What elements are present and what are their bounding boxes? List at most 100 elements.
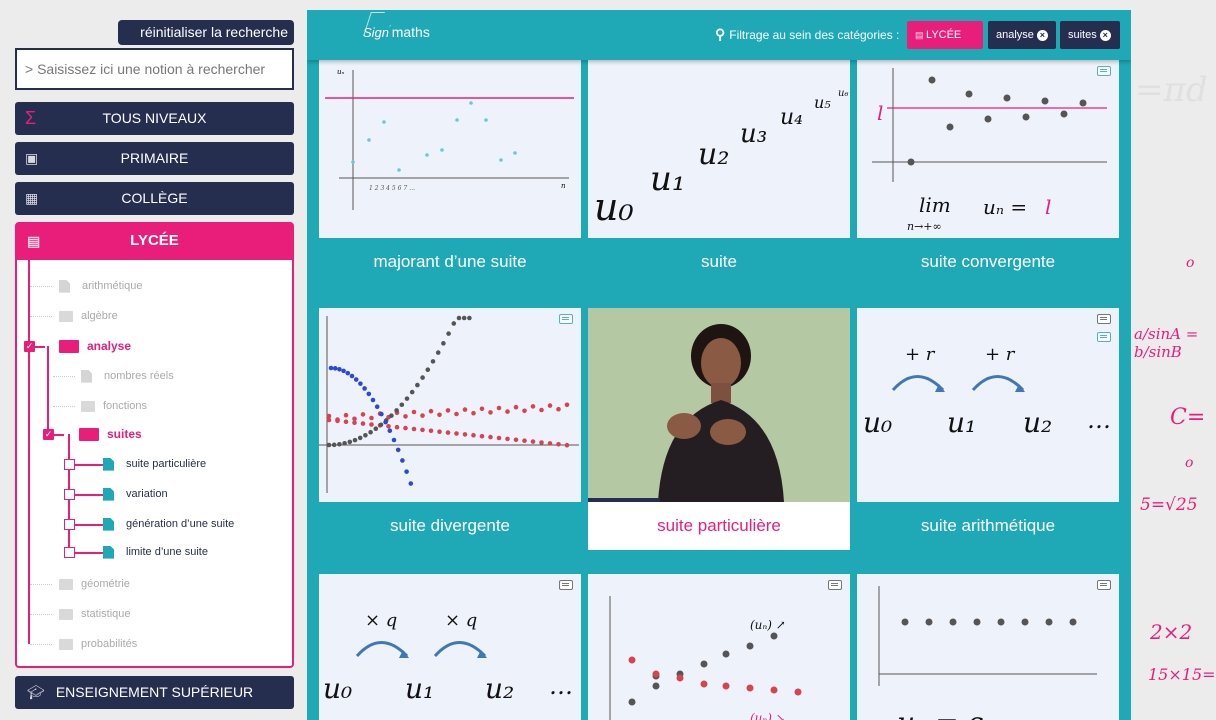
svg-text:1 2 3 4 5 6 7 …: 1 2 3 4 5 6 7 … [369,185,415,192]
tree-item-geometrie[interactable]: géométrie [59,576,130,592]
sequence-point [513,404,519,410]
sequence-point [471,410,476,416]
sequence-point [408,481,414,486]
file-icon [103,487,114,501]
sequence-point [342,440,347,446]
sequence-point [564,402,570,408]
sequence-point [925,618,933,626]
sequence-point [352,437,358,443]
checkbox-generation[interactable] [64,519,75,530]
checkbox-limite[interactable] [64,547,75,558]
level-college-button[interactable]: ▦ COLLÈGE [15,182,294,215]
svg-text:n→+∞: n→+∞ [907,220,942,233]
close-icon[interactable]: × [1036,30,1048,41]
svg-text:× q: × q [445,610,477,631]
sequence-point [547,441,553,446]
filter-chip-lycee[interactable]: ▤ LYCÉE [907,21,983,49]
checkbox-suite-particuliere[interactable] [64,459,75,470]
folder-icon [59,638,73,650]
notion-search-input[interactable] [15,48,294,90]
sequence-point [547,403,553,408]
tree-dots [30,644,52,645]
sequence-point [437,412,442,418]
sequence-point [335,418,340,424]
sequence-point [399,402,405,408]
folder-open-icon [59,340,79,354]
filter-chip-suites[interactable]: suites × [1060,21,1120,49]
tree-item-analyse[interactable]: analyse [59,338,131,354]
tree-item-generation-suite[interactable]: génération d’une suite [103,516,234,532]
sequence-point [370,397,376,403]
tree-item-probabilites[interactable]: probabilités [59,636,137,652]
tree-item-suites[interactable]: suites [79,426,142,442]
filter-chip-analyse[interactable]: analyse × [988,21,1056,49]
card-suite-convergente[interactable]: l lim n→+∞ uₙ = l suite convergente [857,60,1119,286]
sequence-point [522,438,527,443]
tree-item-suite-particuliere[interactable]: suite particulière [103,456,206,472]
sequence-point [404,469,409,474]
sequence-point [454,431,459,436]
signmaths-logo[interactable]: Sign´maths [363,24,430,40]
sequence-point [901,618,909,626]
card-suite-constante[interactable]: uₙ = c [857,574,1119,720]
sequence-point [363,432,368,438]
tree-item-variation[interactable]: variation [103,486,168,502]
sequence-point [420,375,425,380]
checkbox-suites[interactable]: ✓ [43,429,54,440]
lycee-tree-panel: ▤ LYCÉE arithmétique algèbre ✓ analyse n… [15,222,294,668]
card-suite-arithmetique[interactable]: + r + r u₀ u₁ u₂ … suite arithmétique [857,308,1119,550]
card-suite-divergente[interactable]: suite divergente [319,308,581,550]
checkbox-variation[interactable] [64,489,75,500]
sequence-point [420,427,425,433]
tree-dots [30,286,52,287]
sequence-point [454,411,459,417]
svg-text:l: l [1045,195,1051,219]
card-suite[interactable]: u₀ u₁ u₂ u₃ u₄ u₅ u₆ suite [588,60,850,286]
tree-item-fonctions[interactable]: fonctions [81,398,147,414]
constant-graph: uₙ = c [878,586,1097,720]
tree-dots [53,376,75,377]
sequence-point [379,411,384,417]
calculator-icon: ▦ [25,190,39,206]
card-majorant-suite[interactable]: uₙ 1 2 3 4 5 6 7 … n majorant d’une suit… [319,60,581,286]
sequence-point [383,419,388,425]
sequence-point [389,413,394,418]
card-suite-particuliere[interactable]: suite particulière [588,308,850,550]
svg-text:…: … [1087,406,1111,434]
tree-item-algebre[interactable]: algèbre [59,308,118,324]
sigma-icon: Σ [25,108,37,128]
sequence-point [353,377,359,382]
variation-graph: (uₙ) ↗ (uₙ) ↘ [609,596,802,720]
suite-terms-illustration: u₀ u₁ u₂ u₃ u₄ u₅ u₆ [594,88,848,229]
card-suite-geometrique[interactable]: × q × q u₀ u₁ u₂ … [319,574,581,720]
tree-item-limite-suite[interactable]: limite d’une suite [103,544,208,560]
level-lycee-button[interactable]: ▤ LYCÉE [17,224,292,260]
tree-item-arithmetique[interactable]: arithmétique [59,278,143,294]
card-video-thumbnail [588,308,850,502]
sequence-point [360,412,366,417]
card-variation[interactable]: (uₙ) ↗ (uₙ) ↘ [588,574,850,720]
sequence-point [513,437,519,443]
sequence-point [496,435,502,441]
card-thumbnail: uₙ 1 2 3 4 5 6 7 … n [319,60,581,238]
sequence-point [530,439,536,444]
svg-text:(uₙ) ↗: (uₙ) ↗ [750,618,786,632]
sequence-point [332,366,338,371]
folder-icon [59,608,73,620]
svg-text:u₁: u₁ [405,672,434,705]
level-tous-niveaux-button[interactable]: Σ TOUS NIVEAUX [15,102,294,135]
sequence-point [428,428,434,434]
sequence-point [445,430,451,435]
card-title: suite particulière [588,502,850,550]
close-icon[interactable]: × [1099,30,1111,41]
sequence-point [530,404,536,409]
sequence-point [949,618,957,626]
tree-item-nombres-reels[interactable]: nombres réels [81,368,174,384]
checkbox-analyse[interactable]: ✓ [24,341,35,352]
reset-search-button[interactable]: réinitialiser la recherche [118,20,294,45]
tree-item-statistique[interactable]: statistique [59,606,131,622]
speech-bubble-icon [559,580,573,590]
svg-text:n: n [561,182,566,190]
level-primaire-button[interactable]: ▣ PRIMAIRE [15,142,294,175]
level-superieur-button[interactable]: 🎓︎ ENSEIGNEMENT SUPÉRIEUR [15,676,294,709]
